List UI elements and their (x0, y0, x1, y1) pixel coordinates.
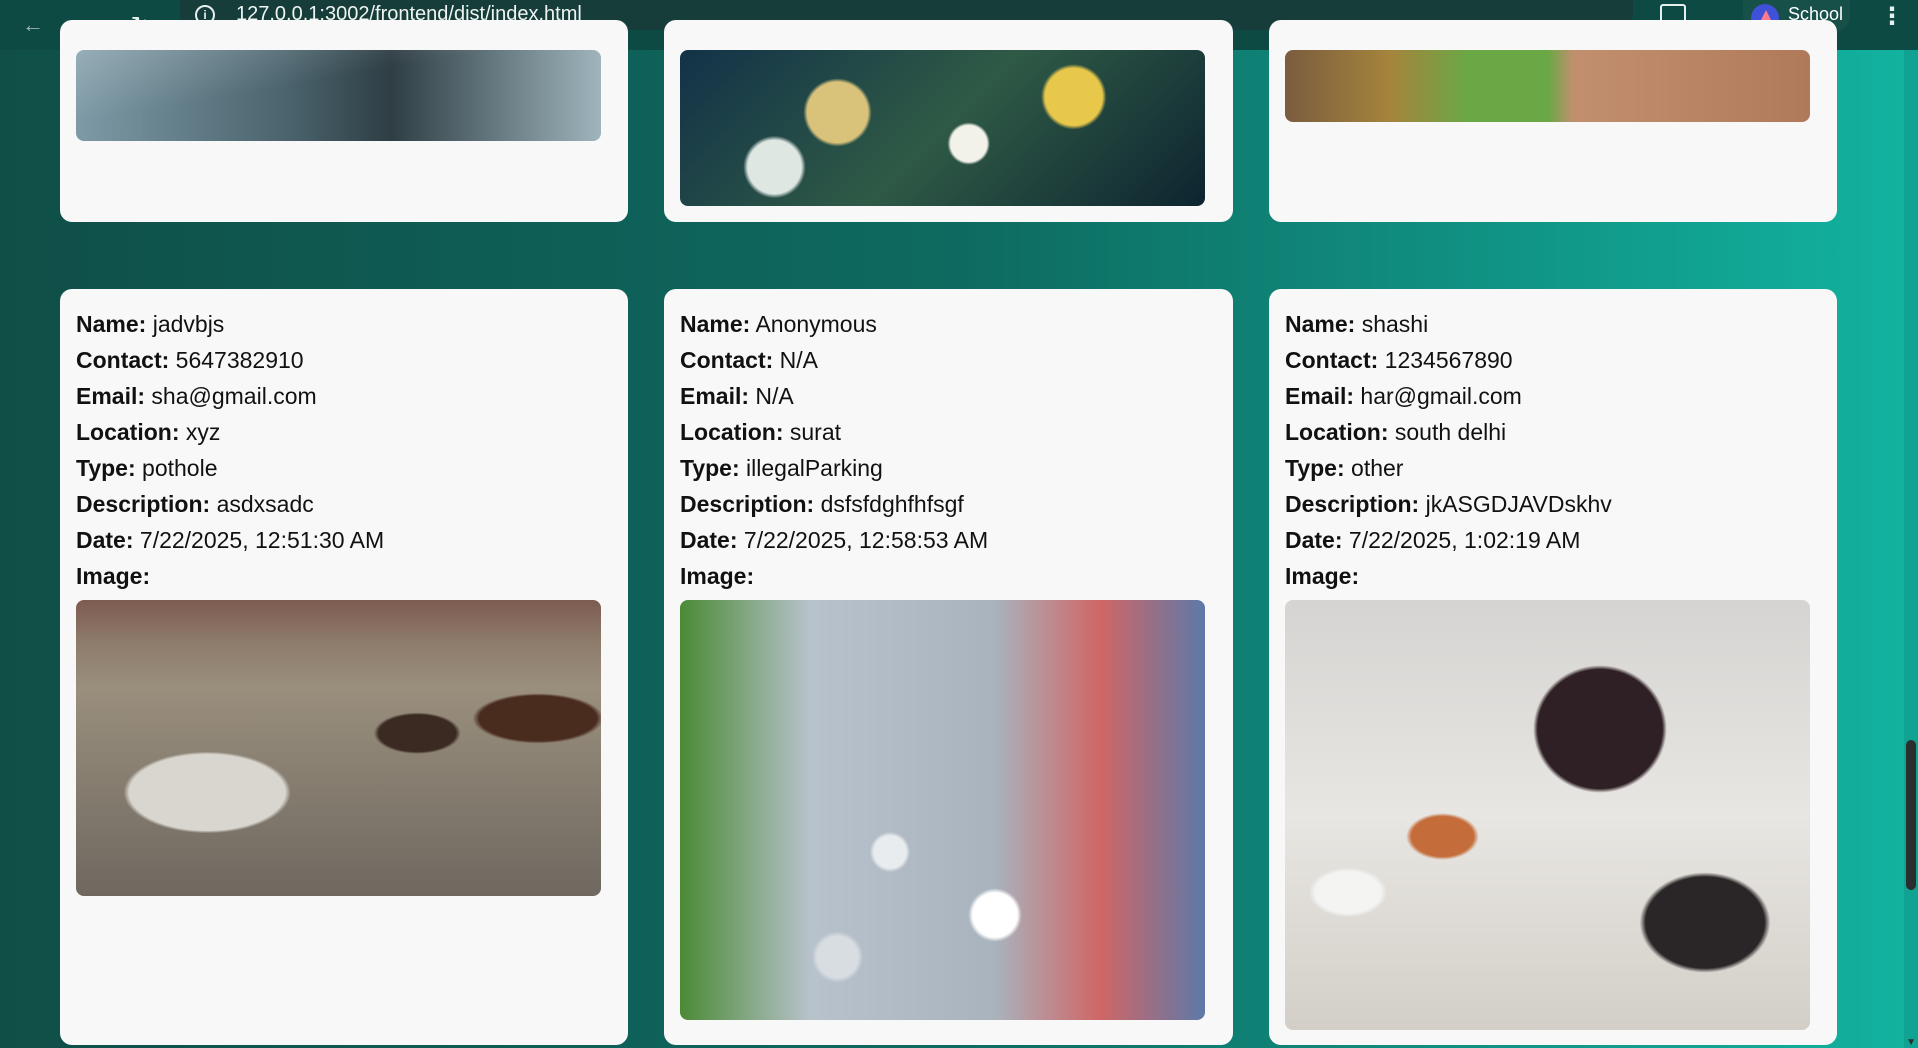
location-field: Location: surat (680, 419, 842, 445)
description-field: Description: jkASGDJAVDskhv (1285, 491, 1612, 517)
contact-field: Contact: N/A (680, 347, 819, 373)
description-field: Description: dsfsfdghfhfsgf (680, 491, 964, 517)
report-image (76, 600, 601, 896)
email-field: Email: N/A (680, 383, 794, 409)
type-field: Type: illegalParking (680, 455, 883, 481)
report-card (1269, 20, 1837, 222)
report-card: Name: jadvbjs Contact: 5647382910 Email:… (60, 289, 628, 1045)
type-field: Type: pothole (76, 455, 218, 481)
report-card (664, 20, 1233, 222)
email-field: Email: sha@gmail.com (76, 383, 317, 409)
image-label: Image: (76, 563, 151, 589)
date-field: Date: 7/22/2025, 12:51:30 AM (76, 527, 385, 553)
report-card (60, 20, 628, 222)
report-card: Name: shashi Contact: 1234567890 Email: … (1269, 289, 1837, 1045)
type-field: Type: other (1285, 455, 1404, 481)
report-image (680, 600, 1205, 1020)
report-image (1285, 50, 1810, 122)
contact-field: Contact: 1234567890 (1285, 347, 1513, 373)
report-card: Name: Anonymous Contact: N/A Email: N/A … (664, 289, 1233, 1045)
image-label: Image: (1285, 563, 1360, 589)
description-field: Description: asdxsadc (76, 491, 314, 517)
more-menu-icon[interactable]: ⋮ (1880, 2, 1904, 31)
scrollbar-thumb[interactable] (1906, 740, 1916, 890)
date-field: Date: 7/22/2025, 12:58:53 AM (680, 527, 989, 553)
contact-field: Contact: 5647382910 (76, 347, 304, 373)
report-image (680, 50, 1205, 206)
scrollbar[interactable]: ▼ (1904, 50, 1918, 1048)
date-field: Date: 7/22/2025, 1:02:19 AM (1285, 527, 1581, 553)
report-image (1285, 600, 1810, 1030)
location-field: Location: xyz (76, 419, 221, 445)
email-field: Email: har@gmail.com (1285, 383, 1522, 409)
scroll-down-icon[interactable]: ▼ (1906, 1037, 1916, 1048)
name-field: Name: Anonymous (680, 311, 877, 337)
image-label: Image: (680, 563, 755, 589)
name-field: Name: shashi (1285, 311, 1429, 337)
location-field: Location: south delhi (1285, 419, 1507, 445)
report-image (76, 50, 601, 141)
name-field: Name: jadvbjs (76, 311, 225, 337)
back-arrow-icon[interactable]: ← (18, 10, 48, 40)
